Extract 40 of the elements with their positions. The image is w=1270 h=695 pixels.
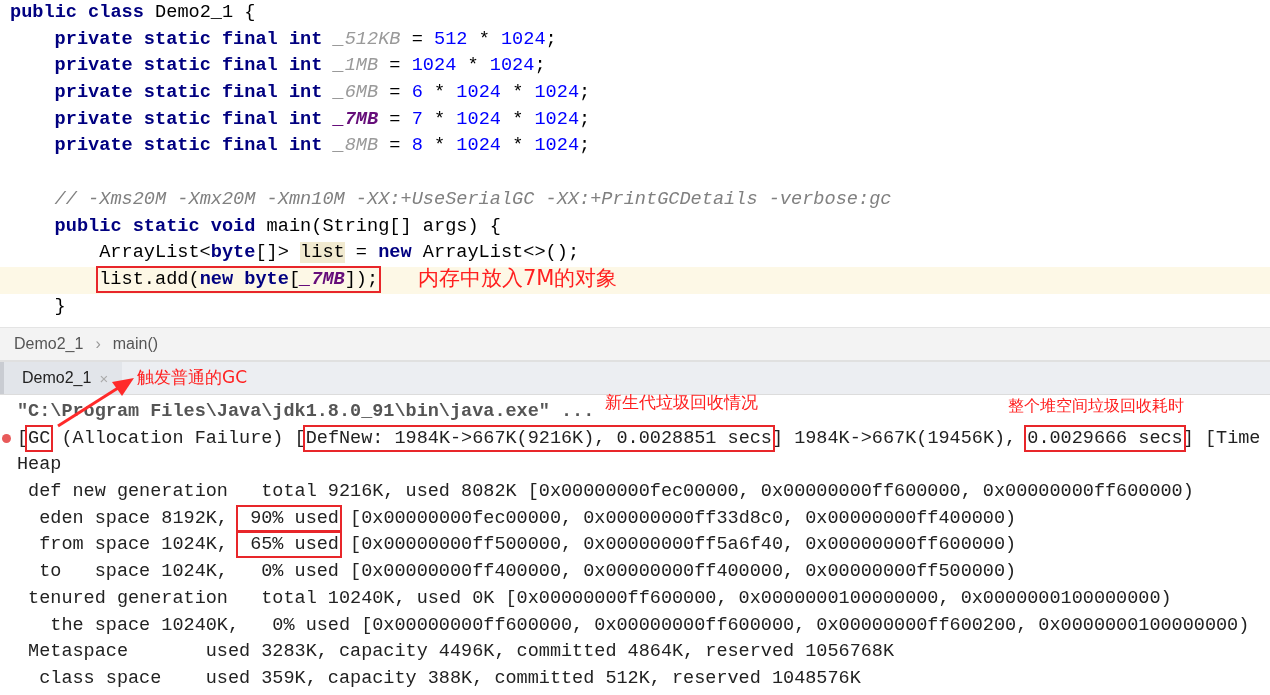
console-text: [0x00000000fec00000, 0x00000000ff33d8c0, 0x00000000ff400000) xyxy=(349,507,1017,529)
marked-output: DefNew: 1984K->667K(9216K), 0.0028851 secs xyxy=(305,427,772,449)
console-text: def new generation total 9216K, used 8082K [0x00000000fec00000, 0x00000000ff600000, 0x00000000ff600000) xyxy=(27,481,1194,503)
code-text: public class Demo2_1 { xyxy=(10,2,256,23)
console-text: Metaspace used 3283K, capacity 4496K, committed 4864K, reserved 1056768K xyxy=(27,641,895,663)
marked-output: 90% used xyxy=(239,507,339,529)
annotation-text: 新生代垃圾回收情况 xyxy=(605,391,758,414)
console-text: (Allocation Failure) [ xyxy=(60,427,306,449)
code-text: = new ArrayList<>(); xyxy=(354,242,580,264)
console-text: eden space 8192K, xyxy=(38,507,229,529)
breadcrumb-item[interactable]: Demo2_1 xyxy=(14,335,84,353)
usage-highlight: list xyxy=(300,242,345,264)
console-text: to space 1024K, 0% used [0x00000000ff400000, 0x00000000ff400000, 0x00000000ff500000) xyxy=(38,561,1017,583)
marked-output: 65% used xyxy=(239,534,339,556)
annotation-text: 内存中放入7M的对象 xyxy=(418,265,618,292)
console-text: [0x00000000ff500000, 0x00000000ff5a6f40, 0x00000000ff600000) xyxy=(349,534,1017,556)
code-text: private static final int _1MB = 1024 * 1024; xyxy=(54,55,546,77)
breadcrumb-separator: › xyxy=(95,335,101,353)
console-text: tenured generation total 10240K, used 0K [0x00000000ff600000, 0x0000000100000000, 0x0000000100000000) xyxy=(27,587,1172,609)
code-text: // -Xms20M -Xmx20M -Xmn10M -XX:+UseSerialGC -XX:+PrintGCDetails -verbose:gc xyxy=(54,188,892,210)
code-text: ArrayList<byte[]> xyxy=(99,242,290,264)
code-text: private static final int _8MB = 8 * 1024 * 1024; xyxy=(54,135,591,157)
code-text: public static void main(String[] args) { xyxy=(54,215,501,237)
run-tab[interactable]: Demo2_1 × xyxy=(0,362,123,394)
marked-output: GC xyxy=(28,427,51,449)
console-text: class space used 359K, capacity 388K, committed 512K, reserved 1048576K xyxy=(38,667,861,689)
code-text: } xyxy=(54,295,66,317)
annotation-text: 整个堆空间垃圾回收耗时 xyxy=(1008,396,1184,417)
console-text: the space 10240K, 0% used [0x00000000ff600000, 0x00000000ff600000, 0x00000000ff600200, 0x0000000100000000) xyxy=(49,614,1250,636)
code-text: private static final int _7MB = 7 * 1024 * 1024; xyxy=(54,108,591,130)
console-text: Heap xyxy=(17,454,62,476)
console-text: from space 1024K, xyxy=(38,534,229,556)
code-text: private static final int _6MB = 6 * 1024 * 1024; xyxy=(54,82,591,104)
marked-code: list.add(new byte[_7MB]); xyxy=(99,268,379,290)
tab-label: Demo2_1 xyxy=(22,369,92,387)
marked-output: 0.0029666 secs xyxy=(1027,427,1183,449)
code-text: private static final int _512KB = 512 * 1024; xyxy=(54,28,557,50)
breadcrumb-item[interactable]: main() xyxy=(112,335,159,353)
error-dot-icon xyxy=(2,433,11,443)
annotation-text: 触发普通的GC xyxy=(137,366,248,389)
